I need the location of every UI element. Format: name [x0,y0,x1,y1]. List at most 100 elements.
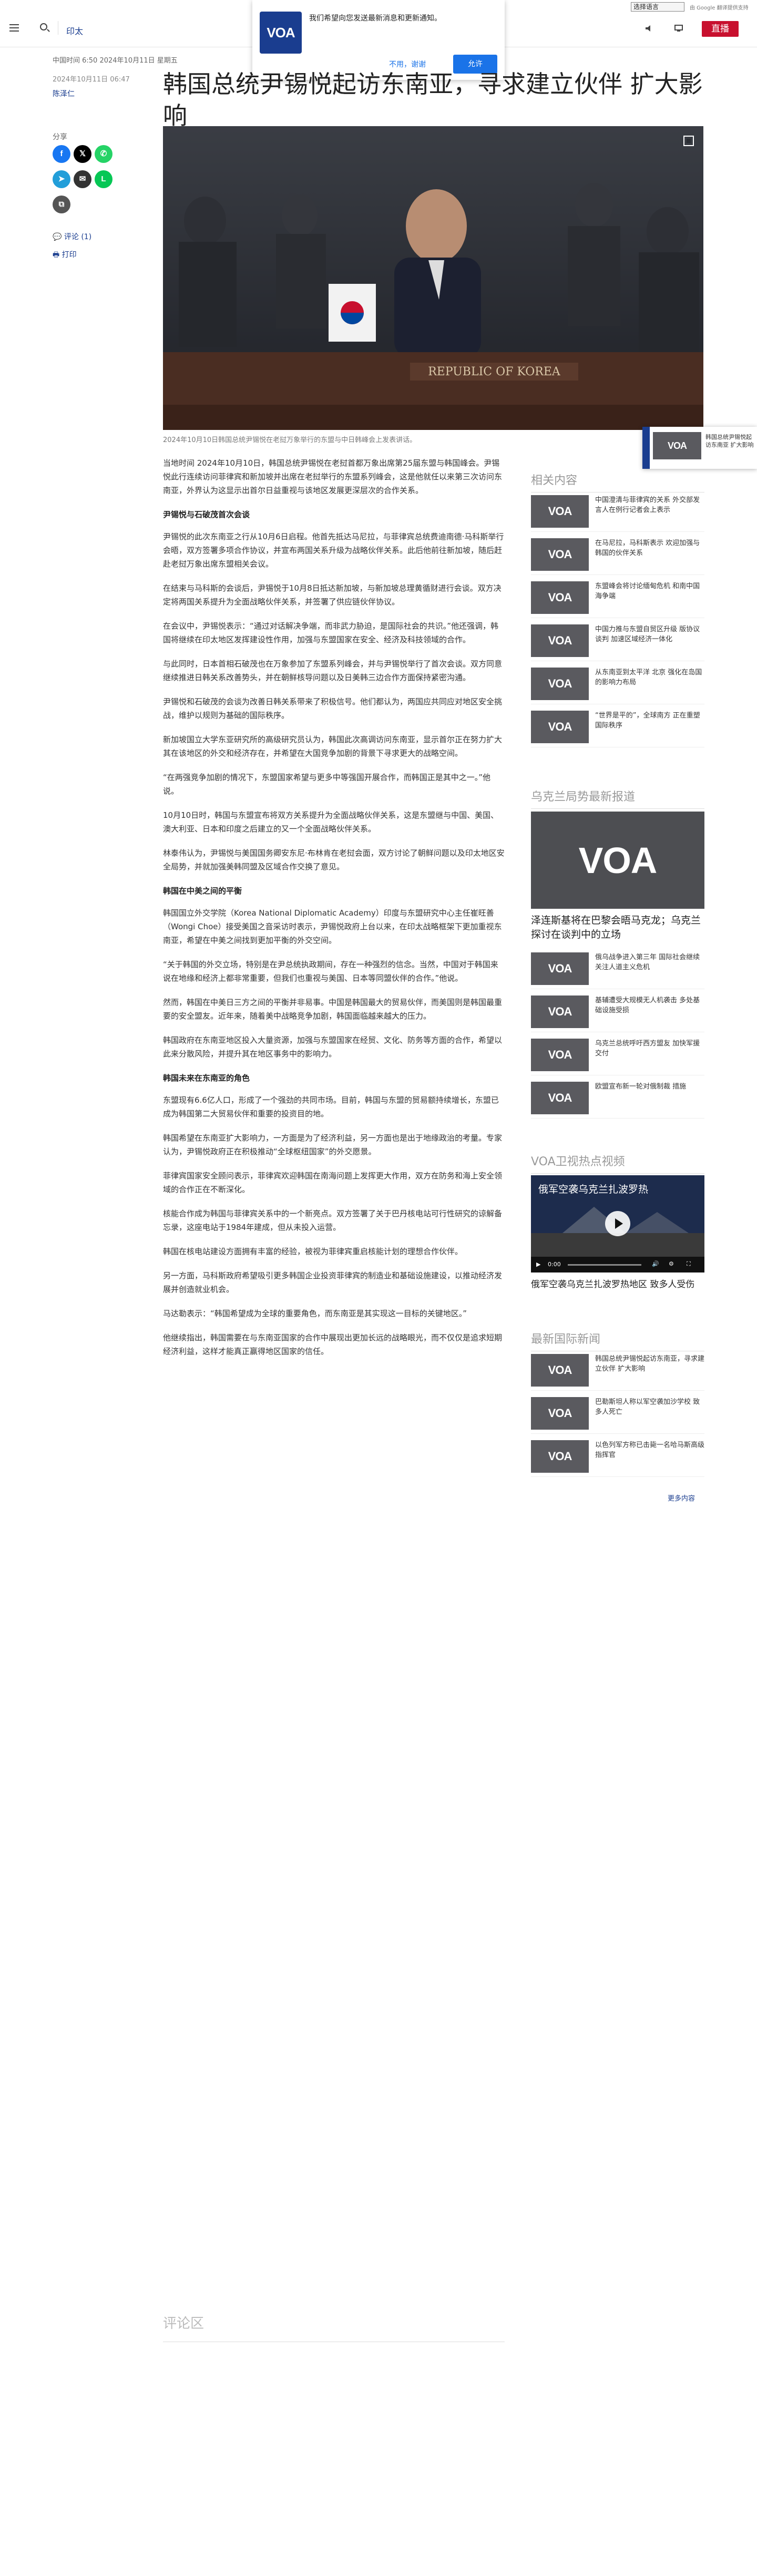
print-link-label: 打印 [62,251,77,259]
comments-heading: 评论区 [163,2313,505,2342]
item-thumbnail: VOA [531,581,589,614]
ukraine-feature-thumb[interactable]: VOA [531,812,704,909]
podium-text: REPUBLIC OF KOREA [428,365,561,378]
article-paragraph: 他继续指出，韩国需要在与东南亚国家的合作中展现出更加长远的战略眼光，而不仅仅是追… [163,1333,503,1356]
page-title: 韩国总统尹锡悦起访东南亚，寻求建立伙伴 扩大影响 [163,70,703,130]
item-title: “世界是平的”，全球南方 正在重塑国际秩序 [595,712,700,730]
article-paragraph: 另一方面，马科斯政府希望吸引更多韩国企业投资菲律宾的制造业和基础设施建设，以推动… [163,1271,503,1294]
expand-icon[interactable] [683,136,694,146]
video-player[interactable]: 俄军空袭乌克兰扎波罗热 ▶ 0:00 🔊 ⚙ ⛶ [531,1175,704,1272]
publish-date: 2024年10月11日 06:47 [53,76,130,84]
play-button[interactable] [605,1211,630,1236]
ukraine-list-item[interactable]: VOA 俄乌战争进入第三年 国际社会继续关注人道主义危机 [531,949,704,989]
related-list-item[interactable]: VOA 中国澄清与菲律宾的关系 外交部发言人在例行记者会上表示 [531,492,704,532]
voa-logo-text: VOA [548,634,572,647]
menu-icon[interactable] [9,24,19,32]
item-thumbnail: VOA [531,995,589,1028]
section-link[interactable]: 印太 [66,24,83,37]
fullscreen-icon[interactable]: ⛶ [687,1260,691,1268]
article-paragraph: 韩国政府在东南亚地区投入大量资源，加强与东盟国家在经贸、文化、防务等方面的合作，… [163,1035,503,1059]
ukraine-feature-title[interactable]: 泽连斯基将在巴黎会晤马克龙；乌克兰探讨在谈判中的立场 [531,914,704,942]
article-paragraph: 与此同时，日本首相石破茂也在万象参加了东盟系列峰会，并与尹锡悦举行了首次会谈。双… [163,659,503,682]
voa-logo-text: VOA [548,1407,572,1420]
share-telegram-button[interactable]: ➤ [53,170,70,188]
share-twitter-button[interactable]: 𝕏 [74,145,91,163]
decline-button[interactable]: 不用，谢谢 [389,59,426,69]
item-title: 从东南亚到太平洋 北京 强化在岛国的影响力布局 [595,669,702,686]
voa-logo-text: VOA [548,505,572,518]
print-icon: 🖶 [53,251,62,259]
item-title: 以色列军方称已击毙一名哈马斯高级指挥官 [595,1441,705,1459]
more-link[interactable]: 更多内容 [668,1493,695,1503]
article-paragraph: 核能合作成为韩国与菲律宾关系中的一个新亮点。双方签署了关于巴丹核电站可行性研究的… [163,1209,503,1232]
related-list-item[interactable]: VOA 在马尼拉，马科斯表示 欢迎加强与韩国的伙伴关系 [531,535,704,575]
ukraine-title: 乌克兰局势最新报道 [531,787,704,809]
play-icon[interactable]: ▶ [536,1261,540,1268]
article-paragraph: 林泰伟认为，尹锡悦与美国国务卿安东尼·布林肯在老挝会面，双方讨论了朝鲜问题以及印… [163,848,505,871]
floating-article-widget[interactable]: VOA 韩国总统尹锡悦起访东南亚 扩大影响 [642,427,757,469]
ukraine-list-item[interactable]: VOA 基辅遭受大规模无人机袭击 多处基础设施受损 [531,992,704,1032]
item-thumbnail: VOA [531,538,589,571]
intl-list-item[interactable]: VOA 韩国总统尹锡悦起访东南亚，寻求建立伙伴 扩大影响 [531,1351,704,1391]
comments-link[interactable]: 💬 评论 (1) [53,231,91,242]
article-paragraph: 韩国希望在东南亚扩大影响力，一方面是为了经济利益，另一方面也是出于地缘政治的考量… [163,1133,503,1156]
voa-logo-text: VOA [548,1091,572,1104]
article-paragraph: 当地时间 2024年10月10日，韩国总统尹锡悦在老挝首都万象出席第25届东盟与… [163,458,503,495]
comments-link-label: 评论 (1) [64,233,92,241]
search-icon[interactable] [40,23,47,30]
article-paragraph: “关于韩国的外交立场，特别是在尹总统执政期间，存在一种强烈的信念。当然，中国对于… [163,960,498,983]
video-title: VOA卫视热点视频 [531,1152,704,1174]
live-button[interactable]: 直播 [702,21,739,37]
item-title: 乌克兰总统呼吁西方盟友 加快军援交付 [595,1040,700,1058]
settings-icon[interactable]: ⚙ [669,1260,674,1267]
article-paragraph: 然而，韩国在中美日三方之间的平衡并非易事。中国是韩国最大的贸易伙伴，而美国则是韩… [163,998,503,1021]
section-heading: 韩国未来在东南亚的角色 [163,1073,250,1083]
item-title: 韩国总统尹锡悦起访东南亚，寻求建立伙伴 扩大影响 [595,1355,705,1373]
item-thumbnail: VOA [531,495,589,528]
voa-logo: VOA [260,12,302,54]
floating-thumb: VOA [653,432,701,459]
voa-logo-text: VOA [548,1450,572,1463]
voa-logo-text: VOA [548,962,572,975]
article-paragraph: 菲律宾国家安全顾问表示，菲律宾欢迎韩国在南海问题上发挥更大作用，双方在防务和海上… [163,1171,503,1194]
share-copy-link-button[interactable]: ⧉ [53,196,70,213]
item-title: 中国力推与东盟自贸区升级 版协议谈判 加速区域经济一体化 [595,625,700,643]
hero-photo: REPUBLIC OF KOREA [163,126,703,430]
item-thumbnail: VOA [531,1440,589,1473]
video-controls[interactable]: ▶ 0:00 🔊 ⚙ ⛶ [531,1257,704,1272]
speaker-icon[interactable] [646,25,653,32]
item-title: 巴勒斯坦人称以军空袭加沙学校 致多人死亡 [595,1398,700,1416]
share-label: 分享 [53,133,67,141]
voa-logo-text: VOA [548,1005,572,1018]
print-link[interactable]: 🖶 打印 [53,249,77,262]
related-list-item[interactable]: VOA “世界是平的”，全球南方 正在重塑国际秩序 [531,707,704,747]
share-whatsapp-button[interactable]: ✆ [95,145,112,163]
hero-image[interactable]: REPUBLIC OF KOREA [163,126,703,430]
volume-icon[interactable]: 🔊 [652,1260,659,1267]
notification-message: 我们希望向您发送最新消息和更新通知。 [309,14,442,23]
item-thumbnail: VOA [531,1082,589,1114]
related-list-item[interactable]: VOA 东盟峰会将讨论缅甸危机 和南中国海争端 [531,578,704,618]
video-caption[interactable]: 俄军空袭乌克兰扎波罗热地区 致多人受伤 [531,1278,704,1291]
ukraine-list-item[interactable]: VOA 乌克兰总统呼吁西方盟友 加快军援交付 [531,1035,704,1075]
intl-list-item[interactable]: VOA 巴勒斯坦人称以军空袭加沙学校 致多人死亡 [531,1394,704,1434]
video-overlay-title: 俄军空袭乌克兰扎波罗热 [538,1184,649,1195]
intl-list-item[interactable]: VOA 以色列军方称已击毙一名哈马斯高级指挥官 [531,1437,704,1477]
article-paragraph: 尹锡悦的此次东南亚之行从10月6日启程。他首先抵达马尼拉，与菲律宾总统费迪南德·… [163,532,504,569]
share-email-button[interactable]: ✉ [74,170,91,188]
tv-icon[interactable] [674,25,683,32]
author-link[interactable]: 陈泽仁 [53,88,75,99]
share-line-button[interactable]: L [95,170,112,188]
ukraine-list-item[interactable]: VOA 欧盟宣布新一轮对俄制裁 措施 [531,1079,704,1118]
item-title: 俄乌战争进入第三年 国际社会继续关注人道主义危机 [595,953,700,971]
intl-title: 最新国际新闻 [531,1330,704,1351]
share-facebook-button[interactable]: f [53,145,70,163]
voa-logo-text: VOA [548,1363,572,1377]
related-list-item[interactable]: VOA 从东南亚到太平洋 北京 强化在岛国的影响力布局 [531,664,704,704]
video-progress[interactable] [568,1264,641,1266]
voa-logo-text: VOA [548,720,572,733]
item-thumbnail: VOA [531,1354,589,1387]
related-list-item[interactable]: VOA 中国力推与东盟自贸区升级 版协议谈判 加速区域经济一体化 [531,621,704,661]
section-heading: 韩国在中美之间的平衡 [163,886,242,896]
language-select[interactable]: 选择语言 [631,2,684,12]
